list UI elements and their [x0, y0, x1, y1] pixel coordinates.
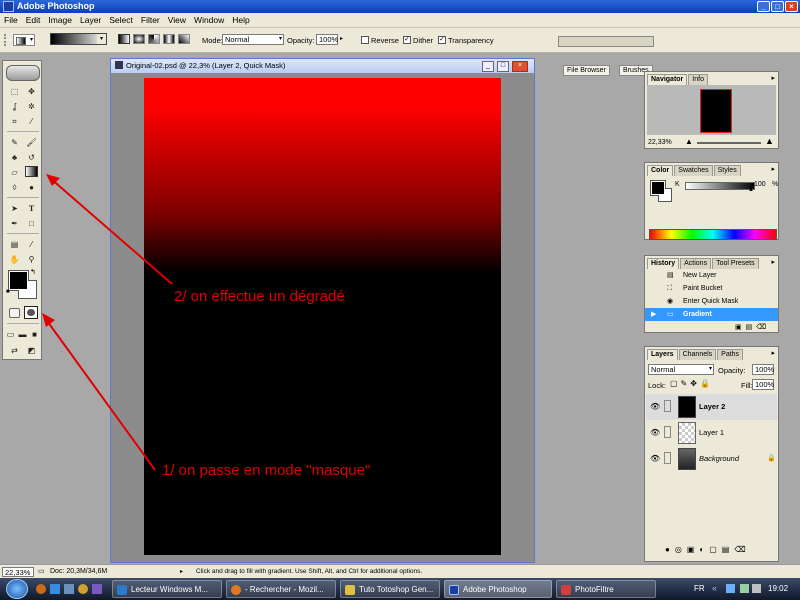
annotation-step-2: 2/ on effectue un dégradé: [174, 288, 345, 305]
arrow-to-quick-mask: [44, 317, 156, 471]
arrowhead-quick-mask: [42, 313, 55, 327]
annotation-arrows: [42, 174, 173, 471]
arrow-to-gradient-tool: [49, 177, 173, 285]
annotation-step-1: 1/ on passe en mode "masque": [162, 462, 371, 479]
